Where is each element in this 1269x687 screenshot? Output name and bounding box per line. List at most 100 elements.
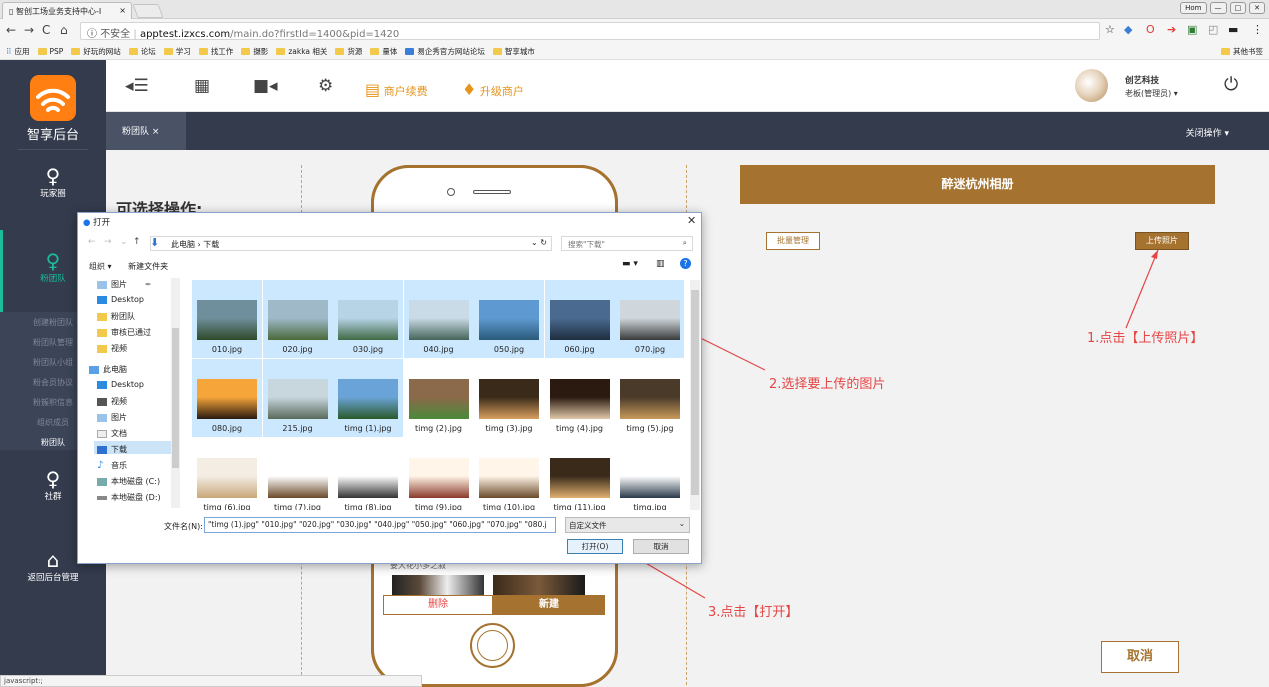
file-item[interactable]: timg (1).jpg [333, 359, 403, 437]
url-input[interactable]: ⓘ 不安全 | apptest.izxcs.com/main.do?firstI… [80, 22, 1100, 40]
file-item[interactable]: 060.jpg [544, 280, 615, 358]
arrow-extension-icon[interactable]: ➔ [1167, 23, 1176, 36]
file-item[interactable]: timg (4).jpg [545, 359, 615, 437]
home-icon[interactable]: ⌂ [60, 23, 68, 37]
tree-item[interactable]: Desktop [97, 380, 144, 389]
tree-item[interactable]: 图片 [97, 412, 127, 423]
crumb-downloads[interactable]: 下载 [203, 240, 219, 249]
file-item[interactable]: 020.jpg [262, 280, 333, 358]
bookmark-item[interactable]: PSP [37, 47, 63, 56]
file-item[interactable]: 215.jpg [262, 359, 333, 437]
file-item[interactable]: timg (11).jpg [545, 438, 615, 510]
close-window-button[interactable]: ✕ [1249, 2, 1265, 14]
file-item[interactable]: 050.jpg [474, 280, 544, 358]
preview-pane-icon[interactable]: ▥ [656, 259, 665, 269]
gear-icon[interactable]: ⚙ [318, 76, 333, 96]
file-item[interactable]: timg.jpg [615, 438, 684, 510]
reload-icon[interactable]: C [42, 23, 50, 37]
screenshot-extension-icon[interactable]: ▣ [1187, 23, 1197, 36]
tree-scrollbar[interactable] [171, 278, 180, 508]
dialog-search-input[interactable]: 搜索"下载" ⌕ [561, 236, 693, 251]
phone-new-button[interactable]: 新建 [493, 595, 605, 615]
file-item[interactable]: timg (6).jpg [192, 438, 262, 510]
files-scrollbar[interactable] [690, 280, 700, 510]
phone-delete-button[interactable]: 删除 [383, 595, 493, 615]
file-item[interactable]: 070.jpg [615, 280, 684, 358]
bookmark-item[interactable]: 学习 [163, 46, 191, 57]
bookmark-item[interactable]: 摄影 [241, 46, 268, 57]
bookmark-apps[interactable]: ⠿ 应用 [6, 46, 30, 57]
cancel-button[interactable]: 取消 [1101, 641, 1179, 673]
tab-fan-team[interactable]: 粉团队 × [106, 112, 186, 150]
file-item[interactable]: 040.jpg [403, 280, 474, 358]
dialog-back-icon[interactable]: ← [88, 237, 96, 247]
cast-extension-icon[interactable]: ▬ [1228, 23, 1238, 36]
upload-photos-button[interactable]: 上传照片 [1135, 232, 1189, 250]
bookmark-item[interactable]: 论坛 [128, 46, 156, 57]
file-item[interactable]: timg (5).jpg [615, 359, 684, 437]
browser-tab[interactable]: ▯ 智创工场业务支持中心-I × [2, 2, 132, 19]
tree-item[interactable]: 视频 [97, 396, 127, 407]
sidebar-item-players[interactable]: ♀ 玩家圈 [0, 165, 106, 199]
open-button[interactable]: 打开(O) [567, 539, 623, 554]
tree-item[interactable]: Desktop [97, 295, 144, 304]
tree-item[interactable]: 粉团队 [97, 311, 135, 322]
bookmark-star-icon[interactable]: ☆ [1105, 23, 1115, 36]
other-bookmarks[interactable]: 其他书签 [1221, 46, 1263, 57]
grid-icon[interactable]: ▦ [194, 76, 210, 96]
bookmark-item[interactable]: zakka 相关 [276, 46, 327, 57]
maximize-button[interactable]: □ [1229, 2, 1247, 14]
new-tab-button[interactable] [132, 4, 164, 18]
menu-icon[interactable]: ⋮ [1252, 23, 1263, 36]
back-icon[interactable]: ← [6, 23, 16, 37]
extension-icon[interactable]: ◆ [1124, 23, 1132, 36]
refresh-icon[interactable]: ⌄ ↻ [531, 238, 547, 247]
organize-menu[interactable]: 组织 ▾ [89, 262, 112, 271]
dialog-cancel-button[interactable]: 取消 [633, 539, 689, 554]
file-item[interactable]: timg (3).jpg [474, 359, 544, 437]
dialog-close-icon[interactable]: ✕ [687, 214, 696, 227]
file-item[interactable]: timg (2).jpg [404, 359, 474, 437]
filetype-select[interactable]: 自定义文件 ⌄ [565, 517, 690, 533]
tree-item[interactable]: 审核已通过 [97, 327, 151, 338]
dialog-recent-icon[interactable]: ⌄ [120, 237, 128, 247]
power-icon[interactable]: ⏻ [1224, 74, 1238, 95]
profile-button[interactable]: Hom [1180, 2, 1207, 14]
upgrade-link[interactable]: ♦ 升级商户 [462, 80, 524, 99]
batch-manage-button[interactable]: 批量管理 [766, 232, 820, 250]
file-item[interactable]: 030.jpg [333, 280, 403, 358]
tree-item[interactable]: ♪ 音乐 [97, 460, 127, 471]
bookmark-item[interactable]: 智享城市 [492, 46, 535, 57]
opera-icon[interactable]: O [1146, 23, 1155, 36]
file-item[interactable]: 010.jpg [192, 280, 262, 358]
file-item[interactable]: timg (9).jpg [404, 438, 474, 510]
new-folder-button[interactable]: 新建文件夹 [128, 262, 168, 271]
user-role-dropdown[interactable]: 老板(管理员) ▾ [1125, 88, 1178, 99]
filename-input[interactable]: "timg (1).jpg" "010.jpg" "020.jpg" "030.… [204, 517, 556, 533]
tab-close-icon[interactable]: × [119, 6, 126, 15]
zoom-extension-icon[interactable]: ◰ [1208, 23, 1218, 36]
help-icon[interactable]: ? [680, 258, 691, 269]
forward-icon[interactable]: → [24, 23, 34, 37]
tree-item[interactable]: 图片 ✒ [97, 279, 152, 290]
view-options-icon[interactable]: ▬ ▾ [622, 259, 638, 269]
bookmark-item[interactable]: 量体 [370, 46, 397, 57]
bookmark-item[interactable]: 货源 [335, 46, 362, 57]
bookmark-item[interactable]: 好玩的网站 [71, 46, 121, 57]
renew-link[interactable]: ▤ 商户续费 [365, 80, 428, 99]
dialog-forward-icon[interactable]: → [104, 237, 112, 247]
tree-item[interactable]: 此电脑 [89, 364, 127, 375]
crumb-pc[interactable]: 此电脑 [171, 240, 195, 249]
avatar[interactable] [1075, 69, 1108, 102]
tree-item[interactable]: 视频 [97, 343, 127, 354]
minimize-button[interactable]: — [1209, 2, 1227, 14]
dialog-breadcrumb[interactable]: 此电脑 › 下载 ⌄ ↻ [150, 236, 552, 251]
tree-item[interactable]: 文档 [97, 428, 127, 439]
tree-item[interactable]: 本地磁盘 (C:) [97, 476, 160, 487]
video-icon[interactable]: ■◂ [253, 76, 278, 96]
tree-item-downloads[interactable]: 下载 [97, 444, 127, 455]
bookmark-item[interactable]: 找工作 [198, 46, 233, 57]
tree-item[interactable]: 本地磁盘 (D:) [97, 492, 161, 503]
menu-collapse-icon[interactable]: ◂☰ [125, 76, 149, 96]
file-item[interactable]: 080.jpg [192, 359, 262, 437]
